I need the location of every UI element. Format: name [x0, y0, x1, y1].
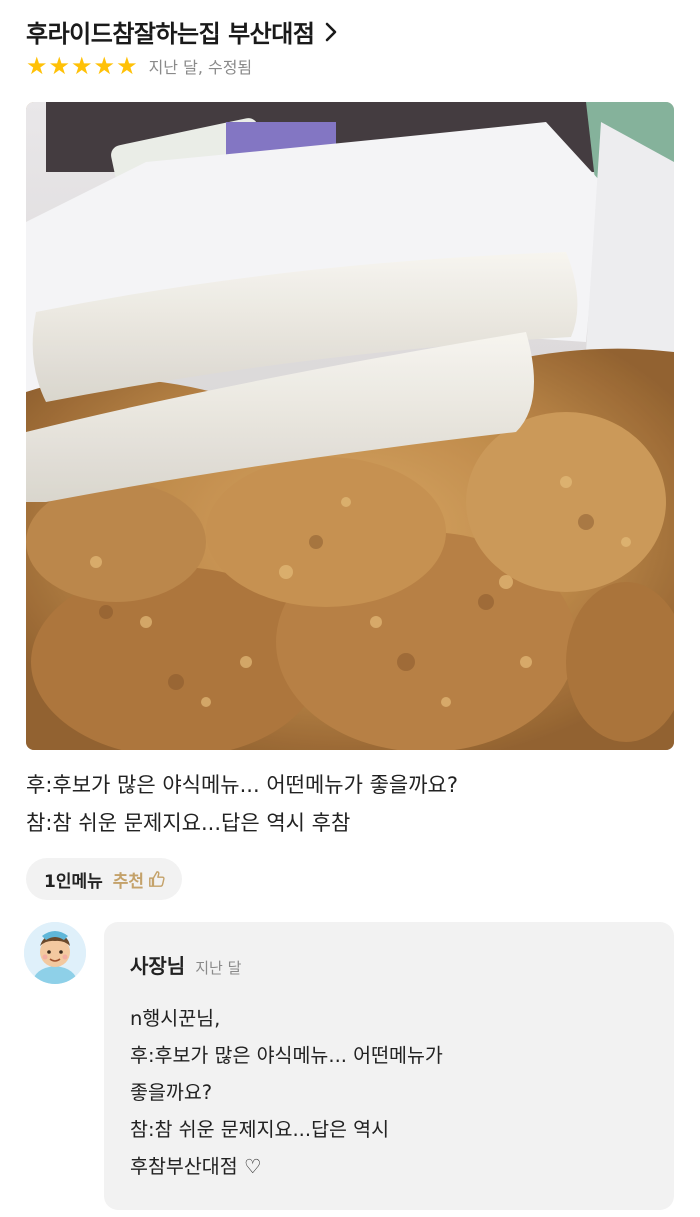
- star-icon: ★: [93, 52, 116, 80]
- star-icon: ★: [71, 52, 93, 80]
- reply-line: 후:후보가 많은 야식메뉴... 어떤메뉴가: [130, 1044, 443, 1067]
- owner-avatar: [24, 922, 86, 984]
- reply-line: 좋을까요?: [130, 1081, 213, 1104]
- star-rating: ★ ★ ★ ★ ★: [26, 54, 139, 78]
- menu-recommend-chip[interactable]: 1인메뉴 추천: [26, 858, 183, 900]
- review-photo[interactable]: [26, 102, 674, 750]
- owner-reply-header: 사장님 지난 달: [130, 950, 241, 979]
- recommend-label: 추천: [112, 871, 145, 892]
- chevron-right-icon: [326, 22, 337, 41]
- rating-row: ★ ★ ★ ★ ★ 지난 달, 수정됨: [26, 54, 252, 78]
- store-name-link[interactable]: 후라이드참잘하는집 부산대점: [26, 14, 315, 49]
- fried-chicken-photo: [26, 102, 674, 750]
- reply-time: 지난 달: [195, 959, 242, 977]
- thumbs-up-icon: [149, 871, 165, 887]
- star-icon: ★: [116, 52, 138, 80]
- owner-avatar-icon: [24, 922, 86, 984]
- reply-line: n행시꾼님,: [130, 1007, 221, 1030]
- review-date: 지난 달, 수정됨: [148, 58, 253, 77]
- review-line: 참:참 쉬운 문제지요...답은 역시 후참: [26, 811, 351, 835]
- review-line: 후:후보가 많은 야식메뉴... 어떤메뉴가 좋을까요?: [26, 773, 459, 797]
- review-text: 후:후보가 많은 야식메뉴... 어떤메뉴가 좋을까요? 참:참 쉬운 문제지요…: [26, 766, 676, 842]
- owner-reply-text: n행시꾼님, 후:후보가 많은 야식메뉴... 어떤메뉴가 좋을까요? 참:참 …: [130, 1000, 650, 1185]
- recommended-menu-name: 1인메뉴: [44, 871, 103, 892]
- owner-reply-bubble: 사장님 지난 달 n행시꾼님, 후:후보가 많은 야식메뉴... 어떤메뉴가 좋…: [104, 922, 674, 1210]
- star-icon: ★: [26, 52, 48, 80]
- star-icon: ★: [48, 52, 71, 80]
- reply-line: 참:참 쉬운 문제지요...답은 역시: [130, 1118, 390, 1141]
- reply-line: 후참부산대점 ♡: [130, 1155, 262, 1178]
- owner-name: 사장님: [130, 954, 186, 978]
- store-header[interactable]: 후라이드참잘하는집 부산대점: [26, 14, 338, 49]
